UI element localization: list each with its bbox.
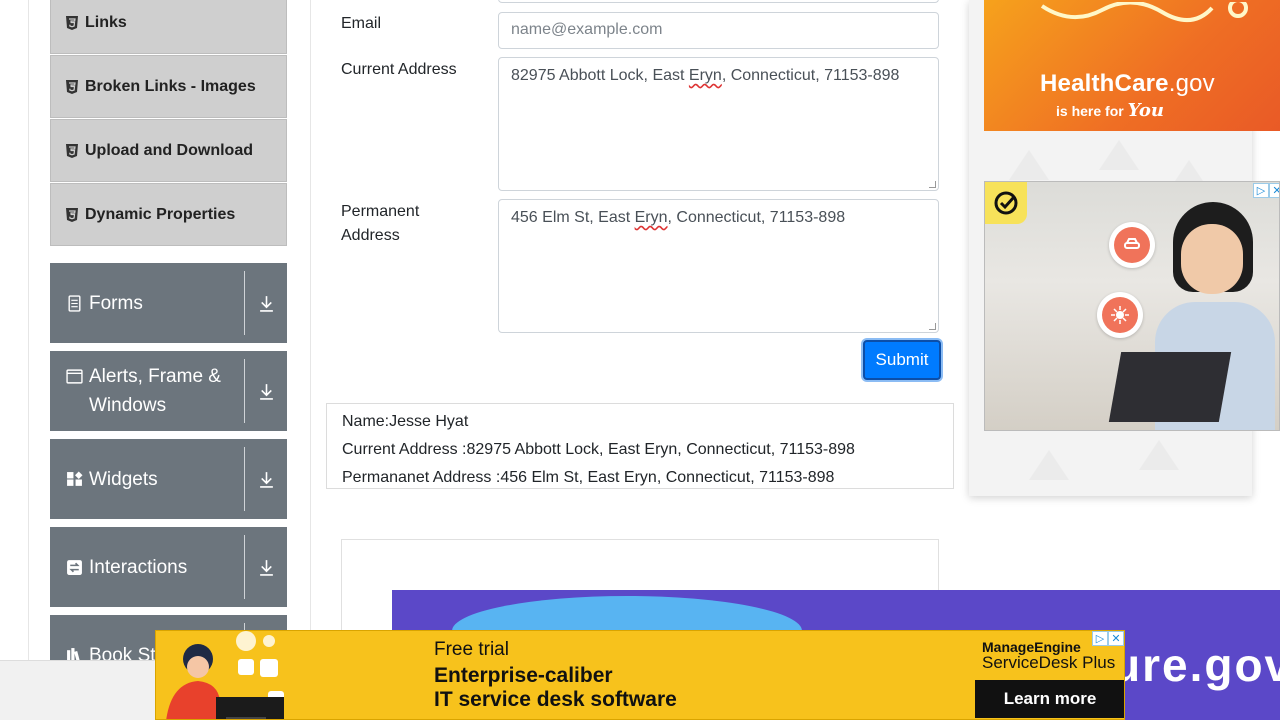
page: Links Broken Links - Images Upload and D… (0, 0, 1280, 720)
group-header: Alerts, Frame & Windows (50, 362, 244, 420)
ad-choices-icon[interactable]: ▷ (1253, 183, 1269, 198)
banner-line-2: Enterprise-caliber (434, 664, 613, 687)
interactions-icon (67, 559, 82, 575)
healthcare-brand: HealthCare.gov (1040, 70, 1215, 98)
download-arrow-icon (259, 383, 273, 400)
group-header: Forms (50, 289, 244, 318)
servicedesk-banner-ad[interactable]: Free trial Enterprise-caliber IT service… (155, 630, 1125, 720)
text-part: 456 Elm St, East (511, 209, 635, 226)
email-label: Email (341, 15, 382, 32)
sidebar-item-label: Upload and Download (85, 141, 253, 159)
html5-icon (66, 143, 78, 158)
output-current-address: Current Address :82975 Abbott Lock, East… (342, 441, 855, 458)
group-header: Interactions (50, 553, 244, 582)
expand-button[interactable] (245, 351, 287, 431)
resize-handle[interactable] (929, 323, 936, 330)
download-arrow-icon (259, 295, 273, 312)
output-name: Name:Jesse Hyat (342, 413, 469, 430)
sidebar-item-label: Links (85, 13, 127, 31)
sidebar-group-forms[interactable]: Forms (50, 263, 287, 343)
healthcare-tagline: is here for You (1056, 100, 1164, 121)
purple-ad-text: ure.gov (1112, 639, 1280, 691)
download-arrow-icon (259, 471, 273, 488)
email-field[interactable]: name@example.com (498, 12, 939, 49)
decorative-scribble (1040, 2, 1248, 22)
widgets-icon (67, 470, 83, 486)
ad-choices-icon[interactable]: ▷ (1092, 631, 1108, 646)
healthcare-ad[interactable]: HealthCare.gov is here for You (984, 0, 1280, 131)
sidebar-item-upload-download[interactable]: Upload and Download (50, 119, 287, 182)
submit-button[interactable]: Submit (863, 340, 941, 380)
ad-close-icon[interactable]: ✕ (1108, 631, 1124, 646)
group-label: Forms (89, 292, 143, 314)
download-arrow-icon (259, 559, 273, 576)
text-part: , Connecticut, 71153-898 (667, 209, 846, 226)
support-agent-illustration (166, 631, 284, 719)
text-part: , Connecticut, 71153-898 (721, 67, 900, 84)
tagline-script: You (1127, 100, 1164, 121)
sidebar-item-dynamic-properties[interactable]: Dynamic Properties (50, 183, 287, 246)
group-label: Alerts, Frame & Windows (89, 366, 221, 416)
html5-icon (66, 15, 78, 30)
text-part: 82975 Abbott Lock, East (511, 67, 689, 84)
checkmark-badge-icon (985, 182, 1027, 224)
sidebar-item-label: Dynamic Properties (85, 205, 236, 223)
sidebar-group-alerts[interactable]: Alerts, Frame & Windows (50, 351, 287, 431)
ad-close-icon[interactable]: ✕ (1269, 183, 1279, 198)
permanent-address-textarea[interactable]: 456 Elm St, East Eryn, Connecticut, 7115… (498, 199, 939, 333)
banner-line-3: IT service desk software (434, 688, 677, 711)
sidebar-item-broken-links[interactable]: Broken Links - Images (50, 55, 287, 118)
expand-button[interactable] (245, 439, 287, 519)
banner-product: ServiceDesk Plus (982, 653, 1116, 672)
sidebar-item-links[interactable]: Links (50, 0, 287, 54)
tagline-text: is here for (1056, 103, 1124, 119)
sidebar-item-label: Broken Links - Images (85, 77, 256, 95)
group-label: Widgets (89, 468, 158, 490)
banner-line-1: Free trial (434, 639, 509, 660)
brand-suffix: .gov (1168, 70, 1215, 97)
group-header: Widgets (50, 465, 244, 494)
expand-button[interactable] (245, 263, 287, 343)
virus-icon (1097, 292, 1143, 338)
privacy-icon (1109, 222, 1155, 268)
misspelled-word: Eryn (688, 67, 722, 84)
html5-icon (66, 79, 78, 94)
sidebar-group-interactions[interactable]: Interactions (50, 527, 287, 607)
child-photo (1108, 202, 1275, 430)
document-icon (68, 294, 81, 312)
current-address-label: Current Address (341, 61, 457, 78)
learn-more-button[interactable]: Learn more (975, 680, 1124, 718)
sidebar-group-widgets[interactable]: Widgets (50, 439, 287, 519)
group-label: Interactions (89, 556, 188, 578)
misspelled-word: Eryn (634, 209, 668, 226)
current-address-textarea[interactable]: 82975 Abbott Lock, East Eryn, Connecticu… (498, 57, 939, 191)
permanent-address-label: Permanent Address (341, 203, 420, 244)
output-box: Name:Jesse Hyat Current Address :82975 A… (326, 403, 954, 489)
html5-icon (66, 207, 78, 222)
expand-button[interactable] (245, 527, 287, 607)
window-icon (66, 369, 83, 384)
full-name-input[interactable] (498, 0, 939, 3)
output-permanent-address: Permananet Address :456 Elm St, East Ery… (342, 469, 835, 486)
brand-bold: HealthCare (1040, 70, 1169, 97)
resize-handle[interactable] (929, 181, 936, 188)
child-laptop-ad[interactable]: ▷ ✕ (984, 181, 1280, 431)
